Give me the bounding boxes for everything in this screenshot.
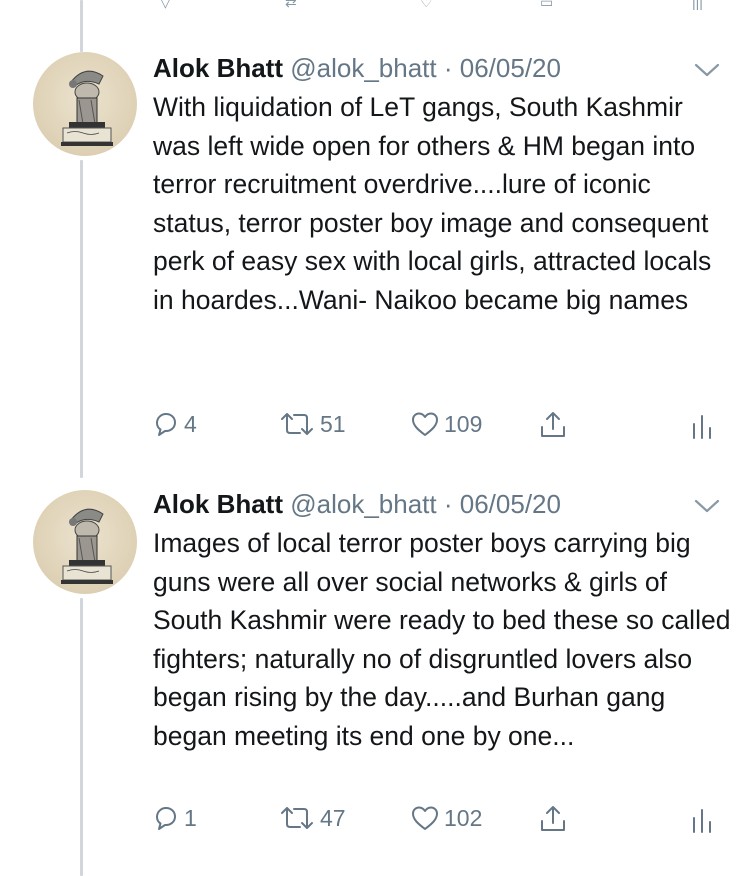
tweet-actions: 1 47 102: [0, 804, 749, 844]
author-name[interactable]: Alok Bhatt: [153, 489, 283, 519]
reply-button[interactable]: 1: [152, 804, 197, 832]
tweet-header: Alok Bhatt @alok_bhatt · 06/05/20: [153, 52, 561, 84]
chevron-down-icon[interactable]: [693, 496, 721, 516]
author-handle[interactable]: @alok_bhatt: [290, 489, 436, 519]
retweet-button[interactable]: 47: [278, 804, 346, 832]
share-icon: ▭: [540, 0, 554, 10]
avatar-illustration: [61, 508, 113, 584]
tweet-header: Alok Bhatt @alok_bhatt · 06/05/20: [153, 488, 561, 520]
reply-button[interactable]: 4: [152, 410, 197, 438]
like-count: 102: [444, 804, 483, 831]
heart-icon: [410, 804, 440, 832]
tweet-date[interactable]: 06/05/20: [460, 53, 561, 83]
share-button[interactable]: [538, 804, 568, 834]
tweet-text: With liquidation of LeT gangs, South Kas…: [153, 92, 712, 315]
heart-icon: ♡: [420, 0, 433, 10]
separator: ·: [443, 489, 453, 519]
retweet-count: 47: [320, 804, 346, 831]
retweet-button[interactable]: 51: [278, 410, 346, 438]
analytics-icon: [690, 410, 714, 440]
retweet-icon: [278, 804, 316, 832]
reply-icon: ▽: [160, 0, 171, 10]
avatar-illustration: [61, 70, 113, 146]
reply-count: 4: [184, 410, 197, 437]
avatar[interactable]: [33, 52, 137, 156]
chevron-down-icon[interactable]: [693, 60, 721, 80]
share-icon: [538, 804, 568, 834]
thread-line: [80, 0, 83, 52]
like-count: 109: [444, 410, 483, 437]
analytics-button[interactable]: [690, 804, 714, 834]
retweet-icon: [278, 410, 316, 438]
analytics-icon: [690, 804, 714, 834]
separator: ·: [443, 53, 453, 83]
tweet-actions: 4 51 109: [0, 410, 749, 450]
retweet-count: 51: [320, 410, 346, 437]
reply-icon: [152, 410, 180, 438]
author-handle[interactable]: @alok_bhatt: [290, 53, 436, 83]
reply-icon: [152, 804, 180, 832]
share-icon: [538, 410, 568, 440]
analytics-button[interactable]: [690, 410, 714, 440]
previous-tweet-actions-partial: ▽ ⇄ ♡ ▭ |||: [0, 0, 749, 12]
author-name[interactable]: Alok Bhatt: [153, 53, 283, 83]
like-button[interactable]: 102: [410, 804, 482, 832]
reply-count: 1: [184, 804, 197, 831]
like-button[interactable]: 109: [410, 410, 482, 438]
tweet-date[interactable]: 06/05/20: [460, 489, 561, 519]
share-button[interactable]: [538, 410, 568, 440]
retweet-icon: ⇄: [285, 0, 297, 10]
tweet-text: Images of local terror poster boys carry…: [153, 528, 731, 751]
analytics-icon: |||: [692, 0, 703, 10]
heart-icon: [410, 410, 440, 438]
avatar[interactable]: [33, 490, 137, 594]
